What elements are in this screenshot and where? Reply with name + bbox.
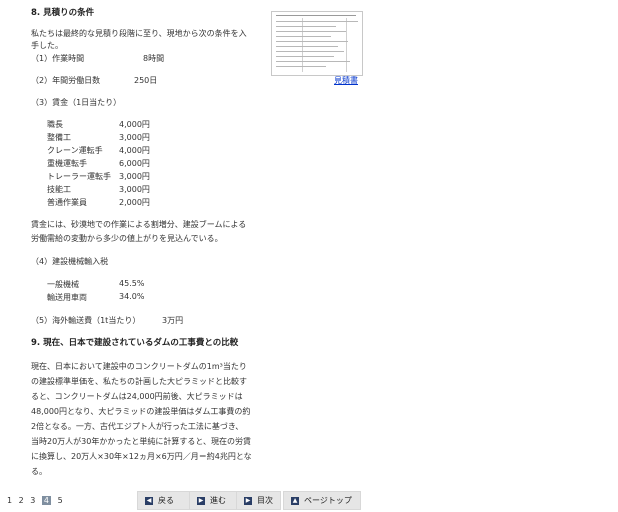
arrow-right-icon: ▶ (197, 496, 205, 505)
thumb-row-line (276, 21, 358, 22)
tax-rate: 45.5% (119, 279, 145, 288)
section-9-line: 48,000円となり、大ピラミッドの建設単価はダム工事費の約 (31, 407, 251, 416)
tax-item: 輸送用車両 (47, 293, 87, 302)
work-hours-value: 8時間 (143, 54, 165, 63)
work-hours-label: （1）作業時間 (31, 54, 85, 63)
section-9-line: の建設標準単価を、私たちの計画した大ピラミッドと比較す (31, 377, 247, 386)
arrow-right-icon: ▶ (244, 496, 252, 505)
section-9-body: 現在、日本において建設中のコンクリートダムの1m³当たり の建設標準単価を、私た… (31, 359, 252, 479)
working-days-label: （2）年間労働日数 (31, 76, 101, 85)
page-link-1[interactable]: 1 (7, 496, 12, 505)
next-label: 進む (210, 496, 226, 505)
wage-note-line-1: 賃金には、砂漠地での作業による割増分、建設ブームによる (31, 220, 247, 229)
thumb-row-line (276, 51, 344, 52)
wage-job: 重機運転手 (47, 159, 87, 168)
wage-amount: 3,000円 (119, 133, 150, 142)
tax-heading: （4）建設機械輸入税 (31, 257, 109, 266)
estimate-link[interactable]: 見積書 (334, 75, 358, 86)
page-current: 4 (41, 496, 52, 505)
back-button[interactable]: ◀ 戻る (137, 491, 190, 510)
estimate-thumbnail[interactable] (271, 11, 363, 76)
section-9-line: る。 (31, 467, 47, 476)
wage-note-line-2: 労働需給の変動から多少の値上がりを見込んでいる。 (31, 234, 223, 243)
thumb-row-line (276, 31, 346, 32)
section-9-line: 現在、日本において建設中のコンクリートダムの1m³当たり (31, 362, 247, 371)
page-link-5[interactable]: 5 (58, 496, 63, 505)
thumb-row-line (276, 46, 338, 47)
wage-job: クレーン運転手 (47, 146, 103, 155)
page-link-2[interactable]: 2 (19, 496, 24, 505)
intro-text-2: 手した。 (31, 38, 63, 53)
section-8-heading: 8. 見積りの条件 (31, 8, 95, 18)
arrow-up-icon: ▲ (291, 496, 299, 505)
wage-job: 技能工 (47, 185, 71, 194)
wage-amount: 4,000円 (119, 120, 150, 129)
thumb-row-line (276, 56, 334, 57)
pagination: 1 2 3 4 5 (7, 496, 67, 505)
wage-job: 普通作業員 (47, 198, 87, 207)
intro-text: 私たちは最終的な見積り段階に至り、現地から次の条件を入 (31, 26, 247, 41)
section-9-heading: 9. 現在、日本で建設されているダムの工事費との比較 (31, 338, 239, 348)
wage-amount: 6,000円 (119, 159, 150, 168)
thumb-row-line (276, 61, 350, 62)
next-button[interactable]: ▶ 進む (189, 491, 242, 510)
section-9-line: 2倍となる。一方、古代エジプト人が行った工法に基づき、 (31, 422, 244, 431)
arrow-left-icon: ◀ (145, 496, 153, 505)
thumb-row-line (276, 26, 336, 27)
toc-label: 目次 (257, 496, 273, 505)
tax-rate: 34.0% (119, 292, 145, 301)
thumb-title-line (276, 15, 356, 16)
wage-job: 職長 (47, 120, 63, 129)
thumb-column (346, 18, 347, 72)
wage-amount: 4,000円 (119, 146, 150, 155)
shipping-label: （5）海外輸送費（1t当たり） (31, 316, 141, 325)
thumb-row-line (276, 41, 348, 42)
working-days-value: 250日 (134, 76, 158, 85)
wage-amount: 2,000円 (119, 198, 150, 207)
wage-job: トレーラー運転手 (47, 172, 111, 181)
section-9-line: ると、コンクリートダムは24,000円前後、大ピラミッドは (31, 392, 243, 401)
page-top-button[interactable]: ▲ ページトップ (283, 491, 361, 510)
thumb-row-line (276, 36, 331, 37)
back-label: 戻る (158, 496, 174, 505)
wage-amount: 3,000円 (119, 172, 150, 181)
shipping-value: 3万円 (162, 316, 184, 325)
toc-button[interactable]: ▶ 目次 (236, 491, 281, 510)
section-9-line: に換算し、20万人×30年×12ヵ月×6万円／月＝約4兆円とな (31, 452, 252, 461)
thumb-row-line (276, 66, 326, 67)
intro-line-1: 私たちは最終的な見積り段階に至り、現地から次の条件を入 (31, 29, 247, 38)
page-link-3[interactable]: 3 (30, 496, 35, 505)
wage-heading: （3）賃金（1日当たり） (31, 98, 122, 107)
tax-item: 一般機械 (47, 280, 79, 289)
wage-amount: 3,000円 (119, 185, 150, 194)
page-top-label: ページトップ (304, 496, 352, 505)
section-9-line: 当時20万人が30年かかったと単純に計算すると、現在の労賃 (31, 437, 252, 446)
intro-line-2: 手した。 (31, 41, 63, 50)
wage-job: 整備工 (47, 133, 71, 142)
